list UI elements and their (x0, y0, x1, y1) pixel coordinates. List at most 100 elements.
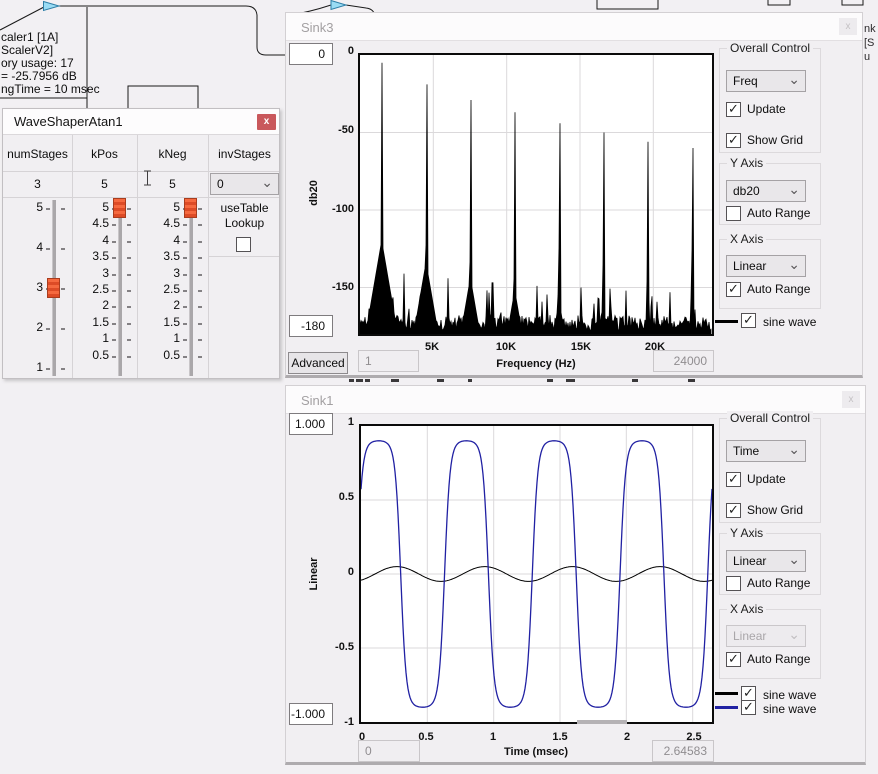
x-min-field[interactable]: 0 (358, 740, 420, 762)
check-icon: ✓ (743, 314, 755, 326)
slider-tick-label: 0.5 (3, 348, 180, 362)
param-value-field[interactable]: 3 (3, 177, 72, 191)
slider-tick-label: 1 (3, 331, 180, 345)
slider-tick-mark (127, 356, 131, 358)
x-axis-group: X Axis Linear ⌄ ✓ Auto Range (719, 609, 821, 679)
slider-tick-mark (46, 368, 50, 370)
x-tick: 1.5 (535, 731, 585, 743)
show-grid-checkbox[interactable]: ✓ (726, 503, 741, 518)
check-icon: ✓ (728, 504, 740, 516)
waveshaper-dialog: WaveShaperAtan1 x numStages kPos kNeg in… (2, 108, 280, 379)
spectrum-trace (360, 55, 712, 334)
close-icon[interactable]: x (839, 18, 857, 35)
y-scale-dropdown[interactable]: db20 ⌄ (726, 180, 806, 202)
y-auto-range-checkbox[interactable]: ✓ (726, 576, 741, 591)
slider-tick-mark (183, 274, 187, 276)
slider-tick-mark (198, 356, 202, 358)
slider-tick-mark (112, 356, 116, 358)
slider-tick-mark (127, 339, 131, 341)
slider-tick-mark (198, 274, 202, 276)
signal-arrow-icon (44, 2, 60, 11)
slider-tick-mark (198, 224, 202, 226)
slider-tick-mark (127, 257, 131, 259)
param-header: kNeg (137, 147, 208, 161)
slider-tick-mark (183, 290, 187, 292)
group-title: Overall Control (727, 411, 813, 425)
x-tick: 15K (556, 341, 606, 353)
chevron-down-icon: ⌄ (261, 174, 273, 191)
slider-tick-label: 4 (3, 240, 43, 254)
group-title: Y Axis (727, 156, 766, 170)
trace-visibility-checkbox[interactable]: ✓ (741, 700, 756, 715)
trace-label: sine wave (763, 688, 816, 702)
chevron-down-icon: ⌄ (788, 181, 800, 198)
slider-tick-mark (112, 339, 116, 341)
slider-tick-mark (183, 356, 187, 358)
dialog-titlebar[interactable]: WaveShaperAtan1 (3, 109, 279, 135)
y-tick: 0.5 (314, 491, 354, 503)
chevron-down-icon: ⌄ (788, 441, 800, 458)
scrollbar-thumb[interactable] (577, 720, 627, 724)
close-icon[interactable]: x (842, 391, 860, 408)
slider-tick-mark (198, 257, 202, 259)
slider-tick-mark (127, 224, 131, 226)
x-auto-range-checkbox[interactable]: ✓ (726, 652, 741, 667)
trace-color-swatch (715, 706, 738, 709)
slider-tick-mark (112, 241, 116, 243)
waveform-trace (361, 426, 712, 722)
slider-tick-label: 1.5 (3, 315, 180, 329)
sink3-titlebar[interactable]: Sink3 x (286, 13, 862, 41)
slider-tick-mark (46, 248, 50, 250)
use-table-lookup-checkbox[interactable]: ✓ (236, 237, 251, 252)
dialog-title: WaveShaperAtan1 (14, 114, 123, 129)
trace-color-swatch (715, 320, 738, 323)
y-auto-range-checkbox[interactable]: ✓ (726, 206, 741, 221)
slider-tick-mark (198, 323, 202, 325)
advanced-button[interactable]: Advanced (288, 352, 348, 374)
slider-tick-mark (127, 241, 131, 243)
x-max-field[interactable]: 2.64583 (652, 740, 714, 762)
param-header: invStages (208, 147, 281, 161)
domain-dropdown[interactable]: Time ⌄ (726, 440, 806, 462)
slider-track[interactable] (189, 200, 193, 376)
domain-dropdown[interactable]: Freq ⌄ (726, 70, 806, 92)
sink1-titlebar[interactable]: Sink1 x (286, 386, 865, 414)
invstages-dropdown[interactable]: 0 ⌄ (210, 173, 279, 195)
x-tick: 2 (602, 731, 652, 743)
slider-track[interactable] (118, 200, 122, 376)
update-checkbox[interactable]: ✓ (726, 102, 741, 117)
sink1-window: Sink1 x 1.000 -1.000 1 0.5 0 -0.5 -1 0 0… (285, 385, 866, 765)
y-min-box[interactable]: -180 (289, 315, 333, 337)
check-icon: ✓ (728, 103, 740, 115)
slider-tick-mark (198, 290, 202, 292)
slider-tick-mark (127, 323, 131, 325)
signal-arrow-icon (331, 1, 346, 10)
slider-tick-label: 4.5 (3, 216, 180, 230)
y-axis-group: Y Axis db20 ⌄ ✓ Auto Range (719, 163, 821, 225)
close-icon[interactable]: x (257, 114, 276, 130)
x-scale-dropdown[interactable]: Linear ⌄ (726, 255, 806, 277)
row-divider (3, 171, 279, 172)
slider-tick-label: 4.5 (3, 216, 109, 230)
slider-handle[interactable] (113, 198, 126, 218)
x-axis-group: X Axis Linear ⌄ ✓ Auto Range (719, 239, 821, 309)
x-min-field[interactable]: 1 (358, 350, 419, 372)
param-value-field[interactable]: 5 (72, 177, 137, 191)
trace-visibility-checkbox[interactable]: ✓ (741, 313, 756, 328)
y-tick: -1 (314, 716, 354, 728)
check-icon: ✓ (728, 283, 740, 295)
param-header: kPos (72, 147, 137, 161)
show-grid-checkbox[interactable]: ✓ (726, 133, 741, 148)
y-scale-dropdown[interactable]: Linear ⌄ (726, 550, 806, 572)
time-plot (359, 424, 714, 724)
chevron-down-icon: ⌄ (788, 551, 800, 568)
update-checkbox[interactable]: ✓ (726, 472, 741, 487)
slider-handle[interactable] (184, 198, 197, 218)
x-auto-range-checkbox[interactable]: ✓ (726, 282, 741, 297)
y-axis-label: db20 (308, 180, 320, 206)
group-title: X Axis (727, 232, 766, 246)
slider-tick-label: 2 (3, 298, 109, 312)
x-max-field[interactable]: 24000 (653, 350, 714, 372)
slider-handle[interactable] (47, 278, 60, 298)
group-title: Overall Control (727, 41, 813, 55)
